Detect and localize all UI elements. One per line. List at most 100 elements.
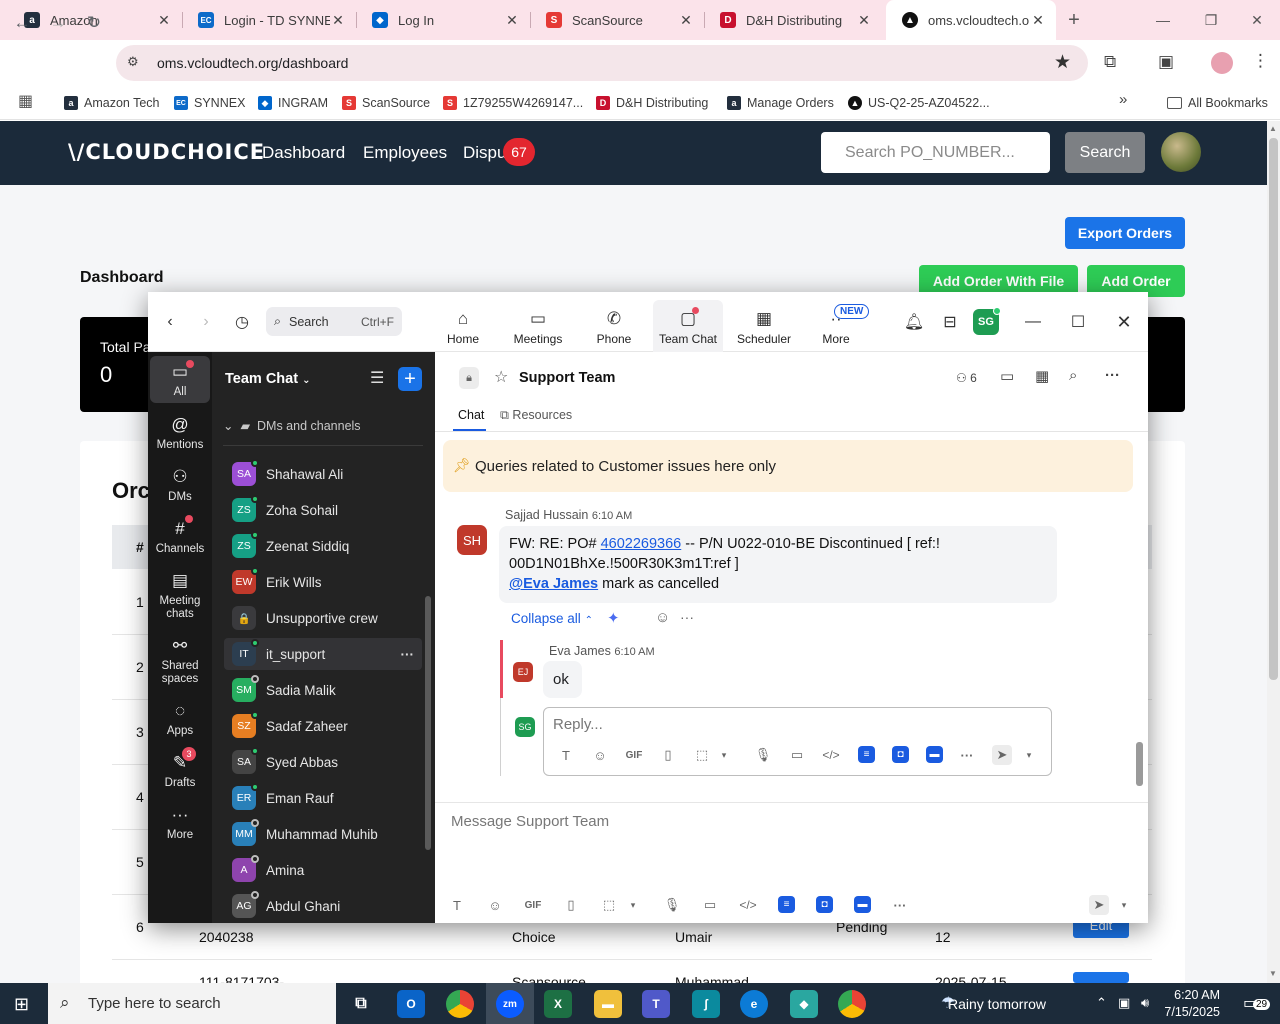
text-format-icon[interactable]: T xyxy=(556,745,576,765)
text-format-icon[interactable]: T xyxy=(447,895,467,915)
scroll-up-arrow-icon[interactable]: ▲ xyxy=(1269,124,1277,133)
code-icon[interactable]: </> xyxy=(738,895,758,915)
more-actions-icon[interactable]: ··· xyxy=(680,609,694,625)
excel-icon[interactable]: X xyxy=(544,990,572,1018)
bookmark-tracking[interactable]: S 1Z79255W4269147... xyxy=(443,92,583,114)
list-item[interactable]: IT it_support ··· xyxy=(224,638,422,670)
new-chat-plus-icon[interactable]: + xyxy=(398,367,422,391)
cast-icon[interactable]: ▣ xyxy=(1158,52,1174,72)
gif-icon[interactable]: GIF xyxy=(624,745,644,765)
rail-apps[interactable]: ◌ Apps xyxy=(150,701,210,738)
microphone-icon[interactable]: 🎙︎ xyxy=(753,745,773,765)
bookmark-synnex[interactable]: EC SYNNEX xyxy=(174,92,245,114)
list-item[interactable]: SZ Sadaf Zaheer xyxy=(224,710,422,742)
bookmark-ingram[interactable]: ◆ INGRAM xyxy=(258,92,328,114)
task-view-icon[interactable]: ⧉ xyxy=(347,990,375,1018)
close-tab-icon[interactable]: ✕ xyxy=(678,12,694,29)
mention-link[interactable]: @Eva James xyxy=(509,576,598,592)
chevron-down-icon[interactable]: ▾ xyxy=(623,895,643,915)
reload-icon[interactable]: ↻ xyxy=(80,9,108,37)
team-chat-dropdown[interactable]: Team Chat ⌄ xyxy=(225,371,310,387)
all-bookmarks[interactable]: All Bookmarks xyxy=(1167,92,1268,114)
list-item[interactable]: MM Muhammad Muhib xyxy=(224,818,422,850)
nav-employees[interactable]: Employees xyxy=(363,143,447,163)
rail-more[interactable]: ··· More xyxy=(150,805,210,842)
list-item[interactable]: AG Abdul Ghani xyxy=(224,890,422,922)
filter-icon[interactable]: ☰ xyxy=(370,368,384,388)
windows-start-icon[interactable]: ⊞ xyxy=(14,994,29,1015)
bookmark-amazon-tech[interactable]: a Amazon Tech xyxy=(64,92,160,114)
list-item[interactable]: SM Sadia Malik xyxy=(224,674,422,706)
nav-disputes[interactable]: Dispu xyxy=(463,143,506,163)
video-call-icon[interactable]: ▭ xyxy=(1000,367,1014,385)
code-icon[interactable]: </> xyxy=(821,745,841,765)
close-tab-icon[interactable]: ✕ xyxy=(156,12,172,29)
bookmark-manage-orders[interactable]: a Manage Orders xyxy=(727,92,834,114)
list-item[interactable]: SA Syed Abbas xyxy=(224,746,422,778)
channel-title[interactable]: Support Team xyxy=(519,370,615,386)
close-window-icon[interactable]: ✕ xyxy=(1234,0,1280,40)
send-icon[interactable]: ➤ xyxy=(1089,895,1109,915)
history-clock-icon[interactable]: ◷ xyxy=(230,310,254,334)
more-options-icon[interactable]: ··· xyxy=(401,647,415,662)
bell-icon[interactable]: 🔔︎ xyxy=(902,310,926,334)
tray-chevron-up-icon[interactable]: ⌃ xyxy=(1096,995,1107,1011)
list-item[interactable]: SA Shahawal Ali xyxy=(224,458,422,490)
edit-order-button[interactable] xyxy=(1073,972,1129,983)
screenshot-icon[interactable]: ⬚ xyxy=(599,895,619,915)
teams-icon[interactable]: T xyxy=(642,990,670,1018)
restore-window-icon[interactable]: ❐ xyxy=(1188,0,1234,40)
tab-phone[interactable]: ✆ Phone xyxy=(592,300,636,352)
browser-tab-dh[interactable]: D D&H Distributing ✕ xyxy=(704,0,882,40)
profile-avatar-icon[interactable] xyxy=(1211,52,1233,74)
close-icon[interactable]: ✕ xyxy=(1112,310,1136,334)
send-icon[interactable]: ➤ xyxy=(992,745,1012,765)
bookmark-us-q2[interactable]: ▲ US-Q2-25-AZ04522... xyxy=(848,92,990,114)
browser-tab-scansource[interactable]: S ScanSource ✕ xyxy=(530,0,704,40)
file-icon[interactable]: ▯ xyxy=(658,745,678,765)
emoji-reaction-icon[interactable]: ☺ xyxy=(655,609,670,626)
chrome-icon[interactable] xyxy=(446,990,474,1018)
rail-meeting-chats[interactable]: ▤ Meeting chats xyxy=(150,571,210,621)
video-message-icon[interactable]: ▭ xyxy=(700,895,720,915)
site-info-icon[interactable]: ⚙ xyxy=(127,54,139,70)
po-link[interactable]: 4602269366 xyxy=(601,536,682,552)
author-name[interactable]: Eva James xyxy=(549,644,611,658)
author-name[interactable]: Sajjad Hussain xyxy=(505,508,588,522)
rail-shared-spaces[interactable]: ⚯ Shared spaces xyxy=(150,636,210,686)
rail-dms[interactable]: ⚇ DMs xyxy=(150,467,210,504)
outlook-icon[interactable]: O xyxy=(397,990,425,1018)
video-message-icon[interactable]: ▭ xyxy=(787,745,807,765)
app-integration-icon[interactable]: ▬ xyxy=(926,746,943,763)
user-avatar[interactable] xyxy=(1161,132,1201,172)
calendar-icon[interactable]: ▦ xyxy=(1035,367,1049,385)
rail-drafts[interactable]: ✎ Drafts xyxy=(150,753,210,790)
forward-arrow-icon[interactable]: › xyxy=(194,310,218,334)
screenshot-icon[interactable]: ⬚ xyxy=(692,745,712,765)
chat-scrollbar-thumb[interactable] xyxy=(1136,742,1143,786)
tab-meetings[interactable]: ▭ Meetings xyxy=(510,300,566,352)
bookmark-star-icon[interactable]: ★ xyxy=(1054,51,1071,74)
chevron-down-icon[interactable]: ▾ xyxy=(714,745,734,765)
gif-icon[interactable]: GIF xyxy=(523,895,543,915)
weather-text[interactable]: Rainy tomorrow xyxy=(948,996,1046,1012)
extensions-icon[interactable]: ⧉ xyxy=(1104,52,1116,72)
members-count[interactable]: ⚇ 6 xyxy=(956,371,977,385)
close-tab-icon[interactable]: ✕ xyxy=(504,12,520,29)
new-tab-icon[interactable]: + xyxy=(1058,0,1090,40)
chevron-down-icon[interactable]: ▾ xyxy=(1114,895,1134,915)
browser-tab-login[interactable]: ◆ Log In ✕ xyxy=(356,0,530,40)
browser-menu-icon[interactable]: ⋮ xyxy=(1252,51,1269,71)
file-icon[interactable]: ▯ xyxy=(561,895,581,915)
app-integration-icon[interactable]: ≡ xyxy=(778,896,795,913)
app-integration-icon[interactable]: ▬ xyxy=(854,896,871,913)
list-item[interactable]: ZS Zeenat Siddiq xyxy=(224,530,422,562)
taskbar-search-input[interactable]: Type here to search xyxy=(48,983,336,1024)
gift-icon[interactable]: ⊟ xyxy=(938,310,962,334)
browser-tab-oms[interactable]: ▲ oms.vcloudtech.org ✕ xyxy=(886,0,1056,40)
close-tab-icon[interactable]: ✕ xyxy=(1030,12,1046,29)
network-icon[interactable]: ▣ xyxy=(1118,995,1130,1011)
rail-channels[interactable]: # Channels xyxy=(150,519,210,556)
minimize-window-icon[interactable]: — xyxy=(1140,0,1186,40)
search-icon[interactable]: ⌕ xyxy=(1069,367,1077,384)
